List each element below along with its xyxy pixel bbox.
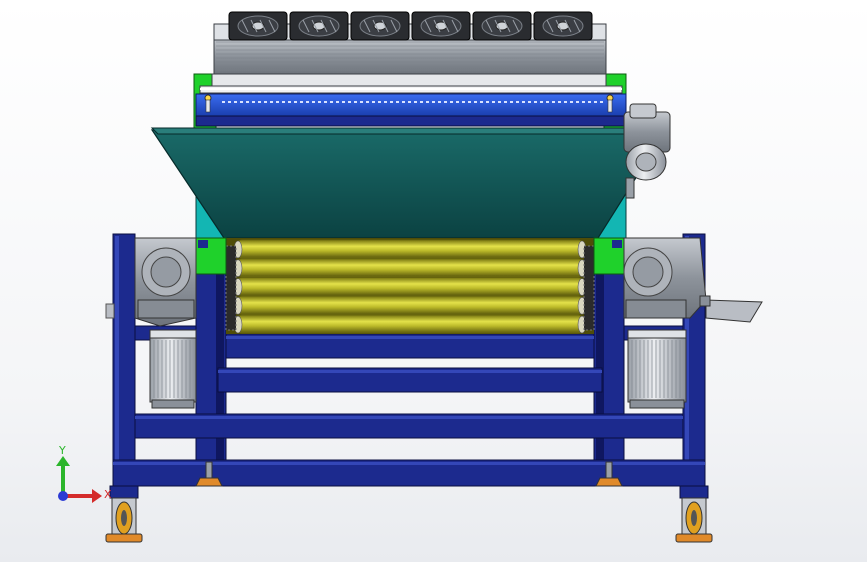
hopper	[150, 127, 668, 239]
fan-icon	[350, 11, 410, 41]
left-motor	[149, 329, 197, 409]
hopper-rim	[150, 127, 668, 135]
left-green-block-shade	[198, 240, 208, 248]
fan-unit	[193, 11, 627, 129]
z-axis-dot	[58, 491, 68, 501]
chute-bracket	[699, 295, 711, 307]
gear-motor-plate	[625, 177, 635, 199]
left-outer-leg-highlight	[115, 236, 119, 488]
rail-lower-line	[135, 416, 683, 419]
right-gearbox	[623, 237, 763, 323]
roller	[233, 277, 587, 296]
roller	[233, 314, 587, 334]
x-axis-arrow	[92, 489, 102, 503]
right-chain	[583, 245, 595, 331]
rail-bottom-line	[113, 462, 705, 465]
roller	[233, 258, 587, 277]
rail-upper-line	[226, 336, 594, 339]
roller	[233, 239, 587, 259]
roller	[233, 295, 587, 315]
machine-drawing: Y X	[56, 11, 763, 543]
left-gearbox	[134, 237, 197, 327]
roller-section	[195, 237, 625, 334]
spray-bar-highlight	[200, 88, 622, 90]
left-chain	[225, 245, 237, 331]
gear-motor-cap	[629, 103, 657, 119]
right-motor	[627, 329, 687, 409]
axis-triad: Y X	[56, 444, 112, 503]
y-axis-arrow	[56, 456, 70, 466]
discharge-chute	[705, 299, 763, 323]
belt-lower-band	[195, 115, 627, 127]
fan-icon	[533, 11, 593, 41]
fan-icon	[411, 11, 471, 41]
cad-viewport[interactable]: Y X	[0, 0, 867, 562]
x-axis-label: X	[104, 488, 112, 501]
y-axis-label: Y	[58, 444, 66, 457]
right-caster	[675, 485, 713, 543]
fan-icon	[228, 11, 288, 41]
left-bracket	[105, 303, 115, 319]
right-bolt-stem	[607, 99, 613, 113]
left-bolt-stem	[205, 99, 211, 113]
fan-icon	[289, 11, 349, 41]
fan-icon	[472, 11, 532, 41]
top-right-gear-motor	[623, 103, 671, 199]
hopper-body	[150, 129, 668, 239]
gear-motor-drum-face	[635, 152, 657, 172]
belt-band	[195, 93, 627, 117]
fan-housing	[213, 37, 607, 75]
right-green-block-shade	[612, 240, 622, 248]
rollers	[233, 239, 587, 334]
rail-middle-line	[218, 370, 602, 373]
